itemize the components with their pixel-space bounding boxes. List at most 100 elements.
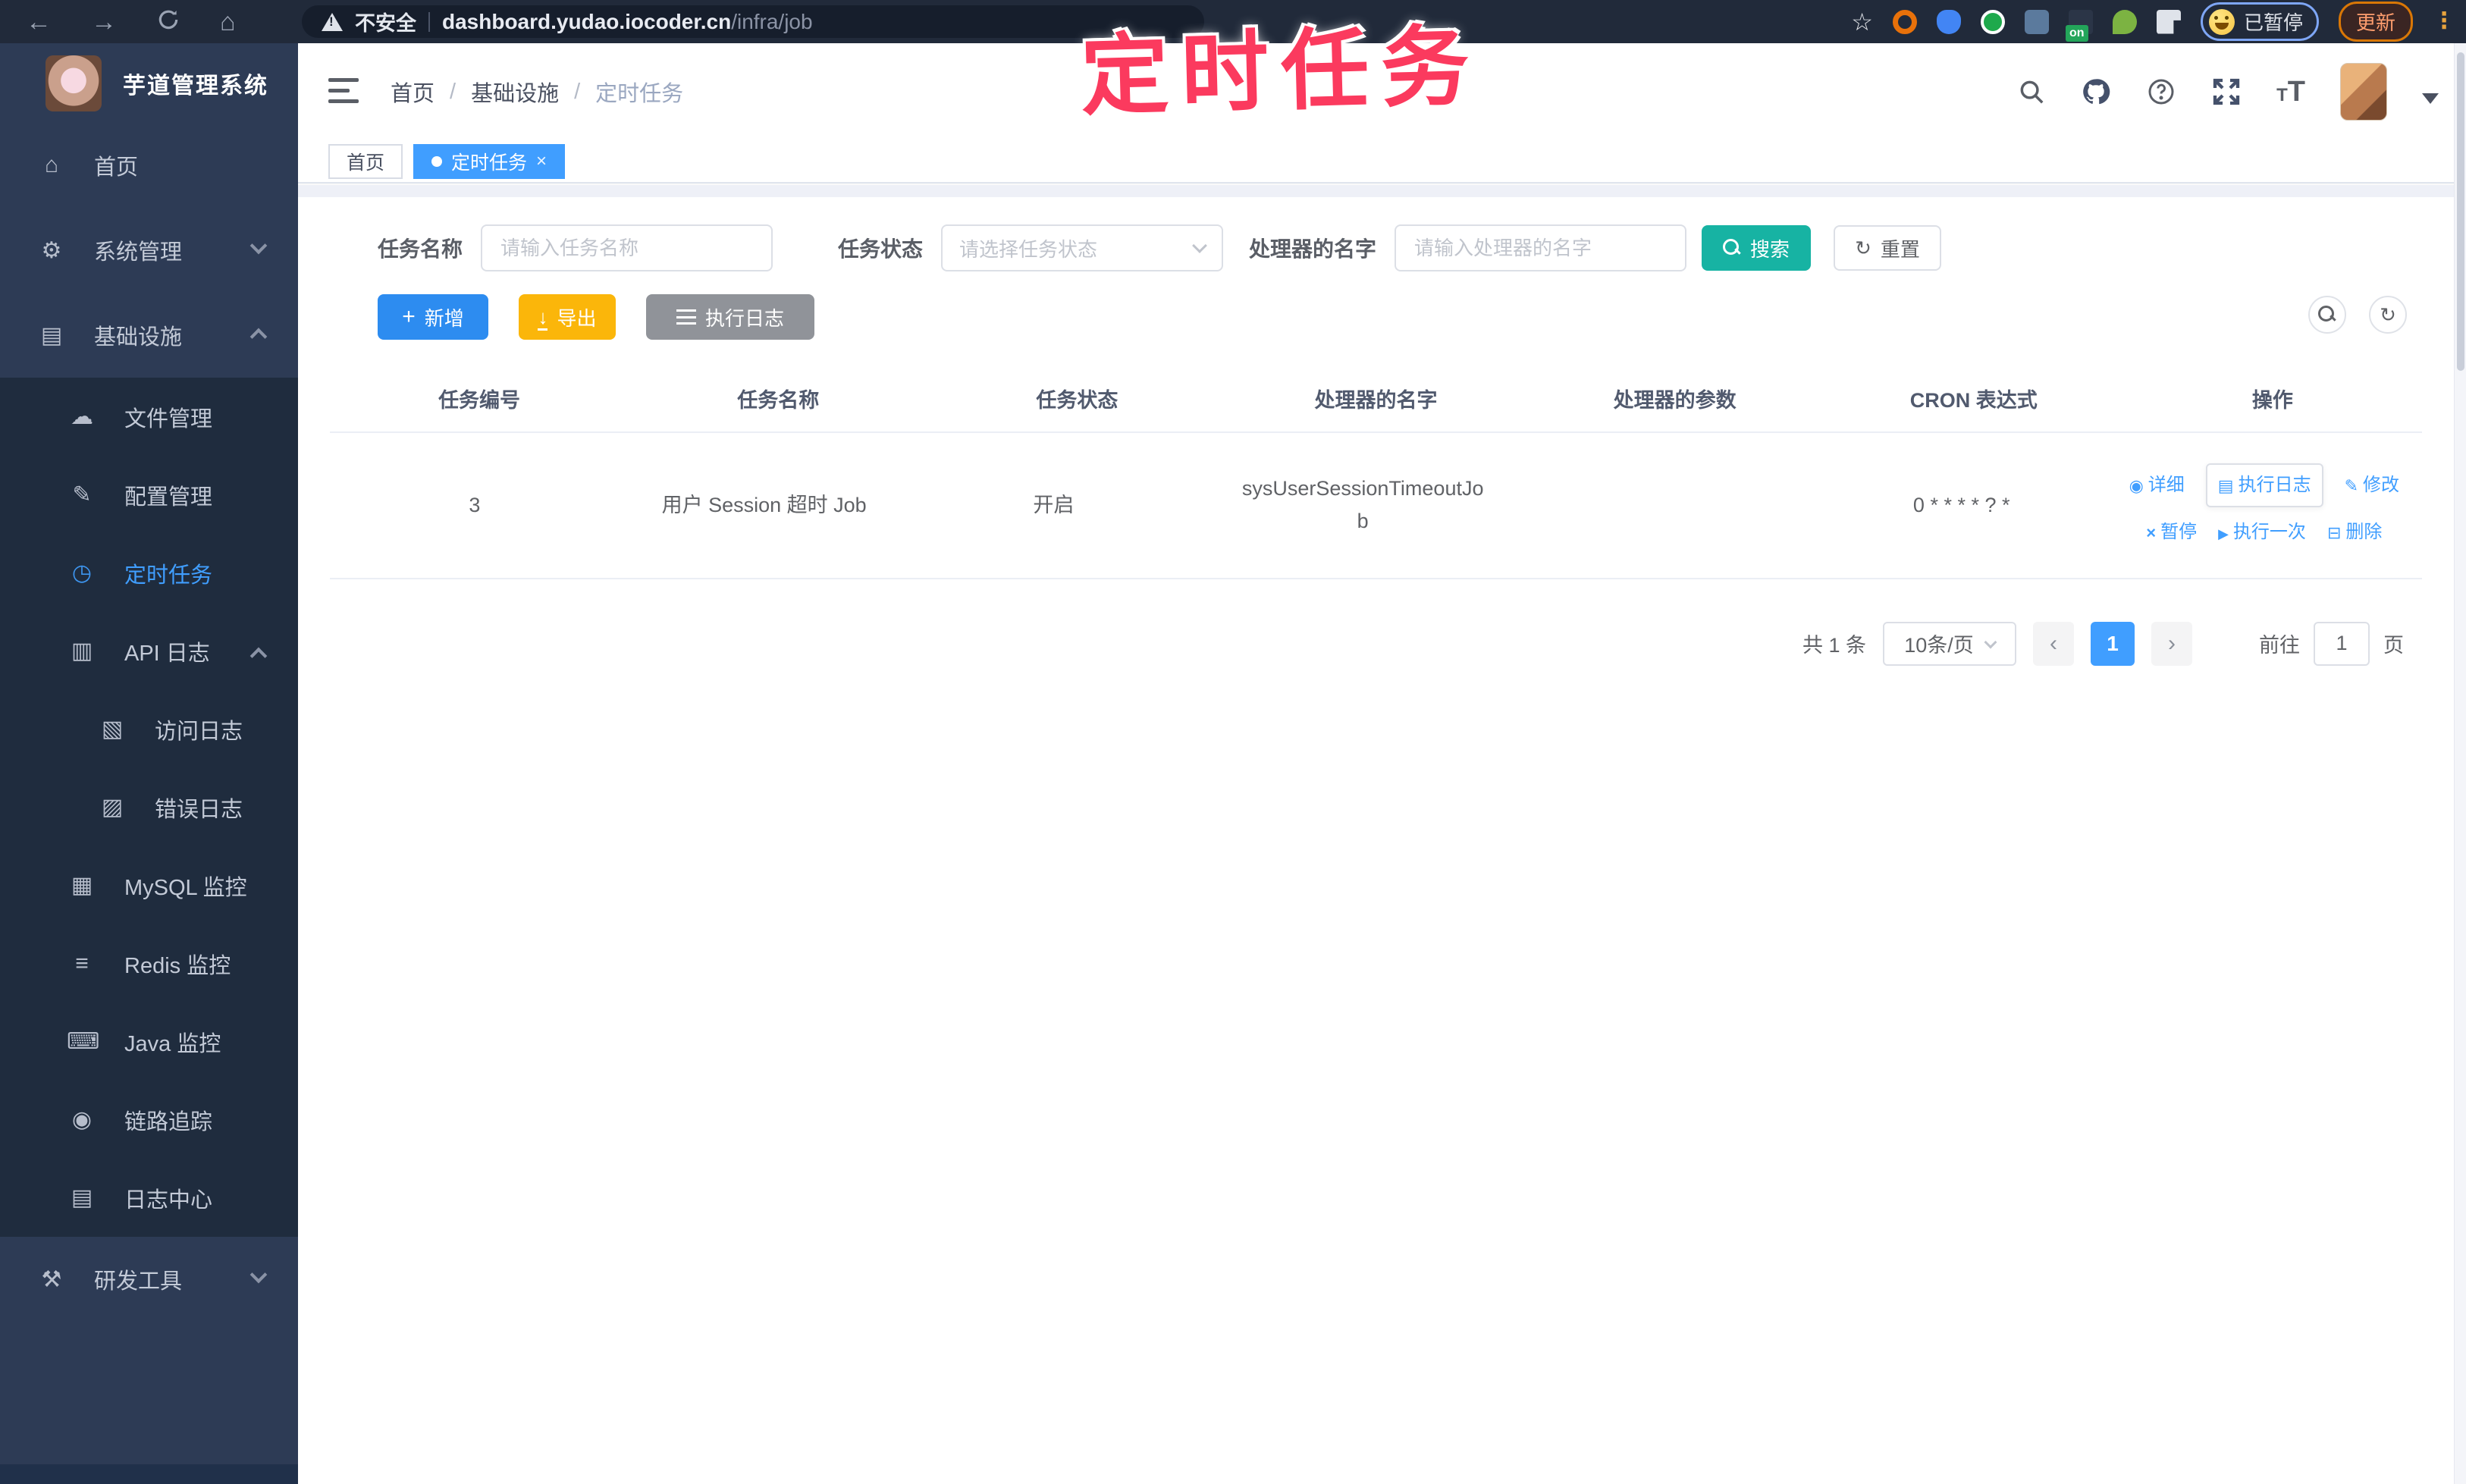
header-actions: TT (2017, 43, 2439, 140)
edit-link[interactable]: 修改 (2345, 471, 2399, 500)
cell-handler-params (1527, 433, 1817, 578)
sidebar-item-config-management[interactable]: ✎ 配置管理 (0, 456, 298, 534)
github-icon[interactable] (2081, 77, 2111, 107)
pagination: 共 1 条 10条/页 1 前往 页 (298, 621, 2404, 666)
security-warning-icon[interactable] (322, 12, 343, 31)
forward-icon[interactable]: → (91, 9, 117, 35)
chevron-down-icon (249, 237, 268, 255)
extension-icon-5[interactable]: on (2065, 9, 2093, 42)
search-icon (1723, 239, 1741, 257)
sidebar-item-file-management[interactable]: ☁ 文件管理 (0, 378, 298, 456)
exec-log-button[interactable]: 执行日志 (646, 294, 814, 340)
reset-button[interactable]: 重置 (1834, 225, 1941, 271)
sidebar-item-log-center[interactable]: ▤ 日志中心 (0, 1159, 298, 1237)
browser-update-button[interactable]: 更新 (2338, 2, 2413, 42)
extension-icon-1[interactable] (1892, 9, 1917, 34)
sidebar-item-tracing[interactable]: ◉ 链路追踪 (0, 1081, 298, 1159)
home-icon[interactable]: ⌂ (220, 9, 236, 35)
sidebar-item-label: 研发工具 (94, 1269, 183, 1294)
refresh-button[interactable] (2369, 296, 2407, 334)
column-header-job-status: 任务状态 (1036, 389, 1118, 412)
bookmark-star-icon[interactable]: ☆ (1851, 8, 1873, 36)
sidebar-collapse-icon[interactable] (328, 78, 359, 105)
user-menu-caret-icon[interactable] (2422, 93, 2439, 104)
sidebar-item-label: 基础设施 (94, 325, 183, 350)
sidebar-item-redis-monitor[interactable]: ≡ Redis 监控 (0, 924, 298, 1002)
tab-scheduled-jobs[interactable]: 定时任务 × (413, 143, 566, 179)
next-page-button[interactable] (2151, 621, 2192, 666)
tab-home[interactable]: 首页 (328, 143, 403, 179)
run-once-link[interactable]: 执行一次 (2218, 518, 2306, 547)
sidebar-item-label: 错误日志 (155, 797, 243, 822)
breadcrumb-home[interactable]: 首页 (391, 76, 435, 108)
address-bar[interactable]: 不安全 dashboard.yudao.iocoder.cn/infra/job (302, 5, 1204, 38)
main-area: 首页 / 基础设施 / 定时任务 TT 首页 定时任务 × 任务名称 请输入任务… (298, 43, 2466, 1484)
sidebar-item-label: Java 监控 (124, 1031, 221, 1056)
sidebar-item-infrastructure[interactable]: ▤ 基础设施 (0, 293, 298, 378)
table-mini-tools (2308, 296, 2407, 334)
detail-link[interactable]: 详细 (2129, 471, 2185, 500)
log-center-icon: ▤ (71, 1185, 93, 1210)
sidebar-item-mysql-monitor[interactable]: ▦ MySQL 监控 (0, 846, 298, 924)
sidebar-item-scheduled-jobs[interactable]: ◷ 定时任务 (0, 534, 298, 612)
close-icon[interactable]: × (536, 151, 547, 172)
sidebar-item-dev-tools[interactable]: ⚒ 研发工具 (0, 1237, 298, 1322)
page-number-1[interactable]: 1 (2091, 621, 2135, 666)
search-icon[interactable] (2017, 77, 2046, 106)
add-button[interactable]: 新增 (378, 294, 488, 340)
extensions-puzzle-icon[interactable] (2156, 9, 2181, 34)
jobs-table: 任务编号 任务名称 任务状态 处理器的名字 处理器的参数 CRON 表达式 操作… (330, 367, 2422, 579)
extension-icon-3[interactable] (1980, 9, 2005, 34)
sidebar-item-access-logs[interactable]: ▧ 访问日志 (0, 690, 298, 768)
toggle-search-button[interactable] (2308, 296, 2346, 334)
sidebar-item-java-monitor[interactable]: ⌨ Java 监控 (0, 1002, 298, 1081)
goto-page-input[interactable] (2314, 621, 2370, 666)
page-scrollbar[interactable] (2454, 43, 2466, 1484)
profile-paused-pill[interactable]: 已暂停 (2200, 2, 2319, 41)
extension-icon-2[interactable] (1936, 9, 1961, 34)
add-button-label: 新增 (424, 306, 464, 330)
prev-page-button[interactable] (2033, 621, 2074, 666)
profile-emoji-avatar (2208, 8, 2235, 35)
cell-job-id: 3 (469, 493, 481, 516)
reload-icon[interactable] (156, 8, 180, 36)
security-warning-label: 不安全 (355, 12, 416, 35)
pagination-total: 共 1 条 (1802, 634, 1866, 657)
app-logo-row[interactable]: 芋道管理系统 (0, 43, 298, 123)
sidebar: 芋道管理系统 ⌂ 首页 ⚙ 系统管理 ▤ 基础设施 ☁ 文件管理 ✎ 配置管理 (0, 43, 298, 1484)
app-title: 芋道管理系统 (123, 73, 268, 99)
page-size-select[interactable]: 10条/页 (1883, 621, 2016, 666)
user-avatar[interactable] (2340, 63, 2387, 121)
extension-icon-4[interactable] (2024, 9, 2049, 34)
font-size-icon[interactable]: TT (2276, 76, 2305, 108)
sidebar-item-api-logs[interactable]: ▥ API 日志 (0, 612, 298, 690)
fullscreen-icon[interactable] (2211, 77, 2242, 107)
table-header-row: 任务编号 任务名称 任务状态 处理器的名字 处理器的参数 CRON 表达式 操作 (330, 367, 2422, 433)
breadcrumb-infrastructure[interactable]: 基础设施 (471, 76, 559, 108)
sidebar-item-error-logs[interactable]: ▨ 错误日志 (0, 768, 298, 846)
reset-icon (1855, 237, 1871, 260)
job-name-input[interactable] (481, 224, 773, 271)
redis-icon: ≡ (75, 950, 89, 976)
search-button[interactable]: 搜索 (1702, 225, 1812, 271)
timer-icon: ◷ (71, 560, 93, 585)
toolbox-icon: ⚒ (41, 1266, 62, 1292)
pause-link[interactable]: 暂停 (2146, 518, 2197, 547)
cell-cron: 0 * * * * ? * (1912, 493, 2010, 516)
row-actions: 详细 执行日志 修改 暂停 执行一次 删除 (2129, 463, 2399, 547)
help-icon[interactable] (2146, 77, 2176, 107)
pause-icon (2146, 519, 2156, 546)
extension-icon-6[interactable] (2112, 9, 2137, 34)
paused-label: 已暂停 (2243, 11, 2303, 34)
scrollbar-thumb[interactable] (2457, 52, 2464, 371)
sidebar-item-system-management[interactable]: ⚙ 系统管理 (0, 208, 298, 293)
delete-link[interactable]: 删除 (2327, 518, 2382, 547)
back-icon[interactable]: ← (26, 9, 52, 35)
breadcrumb-current: 定时任务 (595, 82, 684, 106)
browser-menu-icon[interactable]: ⋮ (2433, 10, 2455, 32)
handler-name-input[interactable] (1395, 224, 1687, 271)
exec-log-link[interactable]: 执行日志 (2205, 463, 2323, 508)
job-status-select[interactable]: 请选择任务状态 (941, 224, 1224, 271)
export-button[interactable]: 导出 (519, 294, 616, 340)
sidebar-item-home[interactable]: ⌂ 首页 (0, 123, 298, 208)
